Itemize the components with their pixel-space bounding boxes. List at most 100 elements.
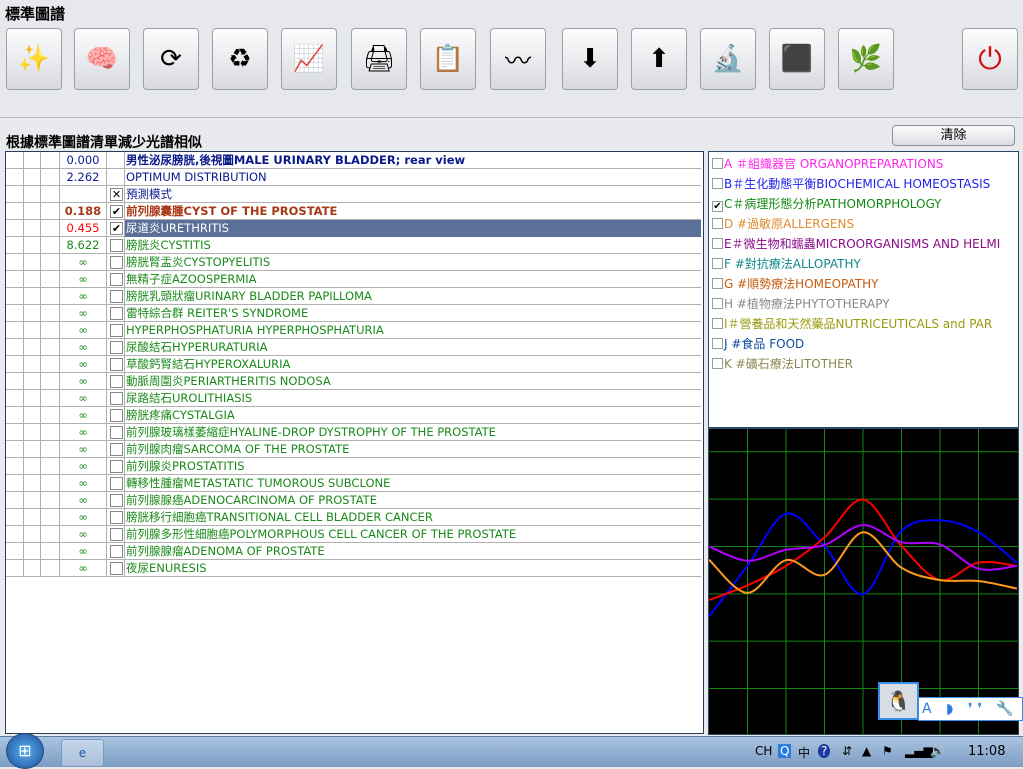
row-checkbox-cell[interactable] [107, 441, 125, 458]
black-stone-button[interactable]: ⬛ [769, 28, 825, 90]
row-checkbox[interactable] [110, 324, 123, 337]
clear-button[interactable]: 清除 [892, 125, 1015, 146]
language-indicator[interactable]: CH [755, 744, 772, 758]
row-checkbox-cell[interactable] [107, 458, 125, 475]
row-checkbox-cell[interactable] [107, 560, 125, 577]
row-checkbox[interactable] [110, 256, 123, 269]
row-checkbox-cell[interactable] [107, 424, 125, 441]
row-checkbox[interactable]: ✔ [110, 222, 123, 235]
table-row[interactable]: ∞ 夜尿ENURESIS [6, 560, 701, 577]
table-row[interactable]: ∞ 前列腺玻璃樣萎縮症HYALINE-DROP DYSTROPHY OF THE… [6, 424, 701, 441]
search-q-icon[interactable]: Q [778, 744, 792, 758]
herb-plant-button[interactable]: 🌿 [838, 28, 894, 90]
table-row[interactable]: ∞ 轉移性腫瘤METASTATIC TUMOROUS SUBCLONE [6, 475, 701, 492]
row-checkbox-cell[interactable] [107, 509, 125, 526]
row-checkbox-cell[interactable] [107, 322, 125, 339]
row-checkbox[interactable] [110, 392, 123, 405]
category-item[interactable]: K #礦石療法LITOTHER [712, 354, 853, 374]
row-checkbox[interactable] [110, 494, 123, 507]
microscope-gear-button[interactable]: 🔬 [700, 28, 756, 90]
row-checkbox[interactable] [110, 562, 123, 575]
table-row[interactable]: ✕ 預測模式 [6, 186, 701, 203]
category-item[interactable]: I＃營養品和天然藥品NUTRICEUTICALS and PAR [712, 314, 992, 334]
category-item[interactable]: A ＃組織器官 ORGANOPREPARATIONS [712, 154, 943, 174]
row-checkbox-cell[interactable] [107, 271, 125, 288]
row-checkbox[interactable] [110, 426, 123, 439]
clock[interactable]: 11:08 [968, 744, 1005, 759]
table-row[interactable]: ∞ 尿酸結石HYPERURATURIA [6, 339, 701, 356]
row-checkbox-cell[interactable] [107, 390, 125, 407]
table-row[interactable]: ∞ 膀胱腎盂炎CYSTOPYELITIS [6, 254, 701, 271]
qq-penguin-icon[interactable]: 🐧 [878, 682, 919, 720]
row-checkbox[interactable]: ✕ [110, 188, 123, 201]
ime-mode[interactable]: 中 [798, 744, 810, 761]
row-checkbox[interactable] [110, 528, 123, 541]
table-row[interactable]: ∞ 草酸鈣腎結石HYPEROXALURIA [6, 356, 701, 373]
row-checkbox-cell[interactable]: ✔ [107, 220, 125, 237]
triangle-arrows-button[interactable]: ♻ [212, 28, 268, 90]
table-row[interactable]: 2.262 OPTIMUM DISTRIBUTION [6, 169, 701, 186]
table-row[interactable]: ∞ 動脈周圍炎PERIARTHERITIS NODOSA [6, 373, 701, 390]
row-checkbox-cell[interactable] [107, 543, 125, 560]
category-checkbox[interactable] [712, 338, 723, 349]
cycle-arrows-button[interactable]: ⟳ [143, 28, 199, 90]
row-checkbox-cell[interactable] [107, 339, 125, 356]
row-checkbox[interactable] [110, 239, 123, 252]
category-checkbox[interactable] [712, 298, 723, 309]
table-row[interactable]: ∞ 無精子症AZOOSPERMIA [6, 271, 701, 288]
table-row[interactable]: ∞ 尿路結石UROLITHIASIS [6, 390, 701, 407]
row-checkbox-cell[interactable]: ✔ [107, 203, 125, 220]
clipboard-button[interactable]: 📋 [420, 28, 476, 90]
category-item[interactable]: E＃微生物和蠕蟲MICROORGANISMS AND HELMI [712, 234, 1000, 254]
container-out-button[interactable]: ⬆ [631, 28, 687, 90]
row-checkbox-cell[interactable] [107, 254, 125, 271]
table-row[interactable]: ∞ 前列腺腺癌ADENOCARCINOMA OF PROSTATE [6, 492, 701, 509]
category-checkbox[interactable] [712, 178, 723, 189]
row-checkbox-cell[interactable] [107, 356, 125, 373]
spectrum-graph-button[interactable]: 〰 [490, 28, 546, 90]
row-checkbox[interactable]: ✔ [110, 205, 123, 218]
category-checkbox[interactable] [712, 158, 723, 169]
category-checkbox[interactable] [712, 358, 723, 369]
table-row[interactable]: ∞ 前列腺多形性細胞癌POLYMORPHOUS CELL CANCER OF T… [6, 526, 701, 543]
row-checkbox-cell[interactable] [107, 237, 125, 254]
table-row[interactable]: ∞ 膀胱移行細胞癌TRANSITIONAL CELL BLADDER CANCE… [6, 509, 701, 526]
flag-icon[interactable]: ⚑ [882, 744, 893, 758]
brain-scan-button[interactable]: 🧠 [74, 28, 130, 90]
table-row[interactable]: ∞ 膀胱疼痛CYSTALGIA [6, 407, 701, 424]
table-row[interactable]: 0.455 ✔ 尿道炎URETHRITIS [6, 220, 701, 237]
row-checkbox-cell[interactable] [107, 526, 125, 543]
row-checkbox[interactable] [110, 477, 123, 490]
table-row[interactable]: ∞ 膀胱乳頭狀瘤URINARY BLADDER PAPILLOMA [6, 288, 701, 305]
table-row[interactable]: ∞ 前列腺肉瘤SARCOMA OF THE PROSTATE [6, 441, 701, 458]
category-item[interactable]: ✔ C＃病理形態分析PATHOMORPHOLOGY [712, 194, 942, 214]
row-checkbox-cell[interactable]: ✕ [107, 186, 125, 203]
category-item[interactable]: J #食品 FOOD [712, 334, 804, 354]
table-row[interactable]: ∞ 前列腺炎PROSTATITIS [6, 458, 701, 475]
magic-wand-button[interactable]: ✨ [6, 28, 62, 90]
help-icon[interactable]: ? [818, 744, 831, 758]
row-checkbox[interactable] [110, 341, 123, 354]
row-checkbox[interactable] [110, 545, 123, 558]
row-checkbox-cell[interactable] [107, 288, 125, 305]
category-checkbox[interactable] [712, 278, 723, 289]
category-item[interactable]: F #對抗療法ALLOPATHY [712, 254, 861, 274]
category-item[interactable]: D #過敏原ALLERGENS [712, 214, 854, 234]
start-button[interactable]: ⊞ [6, 733, 44, 769]
table-row[interactable]: 0.000 男性泌尿膀胱,後視圖MALE URINARY BLADDER; re… [6, 152, 701, 169]
volume-icon[interactable]: 🔊 [930, 744, 945, 758]
row-checkbox-cell[interactable] [107, 407, 125, 424]
chart-up-arrows-button[interactable]: 📈 [281, 28, 337, 90]
category-checkbox[interactable] [712, 238, 723, 249]
row-checkbox[interactable] [110, 460, 123, 473]
table-row[interactable]: 0.188 ✔ 前列腺囊腫CYST OF THE PROSTATE [6, 203, 701, 220]
ime-toolbar[interactable]: A ◗ ❜❜ 🔧 📋 [918, 697, 1023, 721]
category-item[interactable]: G #順勢療法HOMEOPATHY [712, 274, 878, 294]
category-checkbox[interactable]: ✔ [712, 201, 723, 212]
row-checkbox-cell[interactable] [107, 305, 125, 322]
category-checkbox[interactable] [712, 218, 723, 229]
row-checkbox[interactable] [110, 307, 123, 320]
table-row[interactable]: ∞ 前列腺腺瘤ADENOMA OF PROSTATE [6, 543, 701, 560]
power-button[interactable]: ⏻ [962, 28, 1018, 90]
category-item[interactable]: H #植物療法PHYTOTHERAPY [712, 294, 890, 314]
